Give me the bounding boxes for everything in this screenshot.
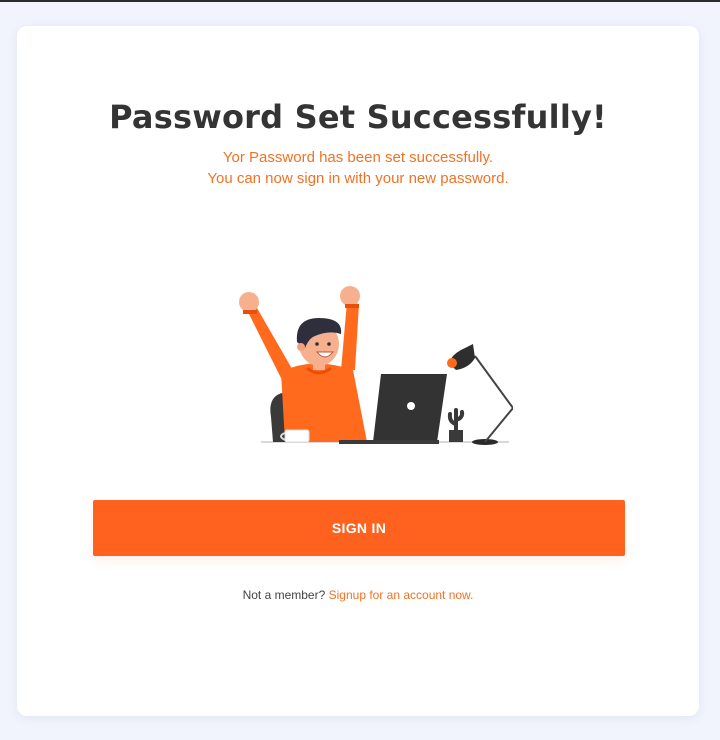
celebrating-person-illustration xyxy=(239,286,513,445)
coffee-cup xyxy=(284,429,310,443)
window-top-border xyxy=(0,0,720,2)
plant-cactus xyxy=(447,408,465,432)
right-cuff xyxy=(345,304,359,308)
right-fist xyxy=(340,286,360,306)
success-card: Password Set Successfully! Yor Password … xyxy=(17,26,699,716)
success-message-line-2: You can now sign in with your new passwo… xyxy=(207,170,509,187)
ear xyxy=(297,343,305,351)
laptop-base xyxy=(339,440,439,444)
sign-in-button[interactable]: SIGN IN xyxy=(93,500,625,556)
left-eye xyxy=(315,342,319,346)
success-message-line-1: Yor Password has been set successfully. xyxy=(222,149,494,166)
left-fist xyxy=(239,292,259,312)
page-title: Password Set Successfully! xyxy=(109,98,607,136)
signup-prompt: Not a member? Signup for an account now. xyxy=(17,588,699,602)
left-cuff xyxy=(243,310,257,314)
success-message: Yor Password has been set successfully. … xyxy=(17,147,699,189)
signup-link[interactable]: Signup for an account now. xyxy=(329,588,474,602)
right-eye xyxy=(327,342,331,346)
lamp-arm-upper xyxy=(474,355,513,409)
lamp-arm-lower xyxy=(484,407,513,443)
lamp-bulb xyxy=(447,358,457,368)
right-arm xyxy=(341,302,359,370)
laptop-logo xyxy=(407,402,415,410)
signup-prompt-text: Not a member? xyxy=(242,588,326,602)
